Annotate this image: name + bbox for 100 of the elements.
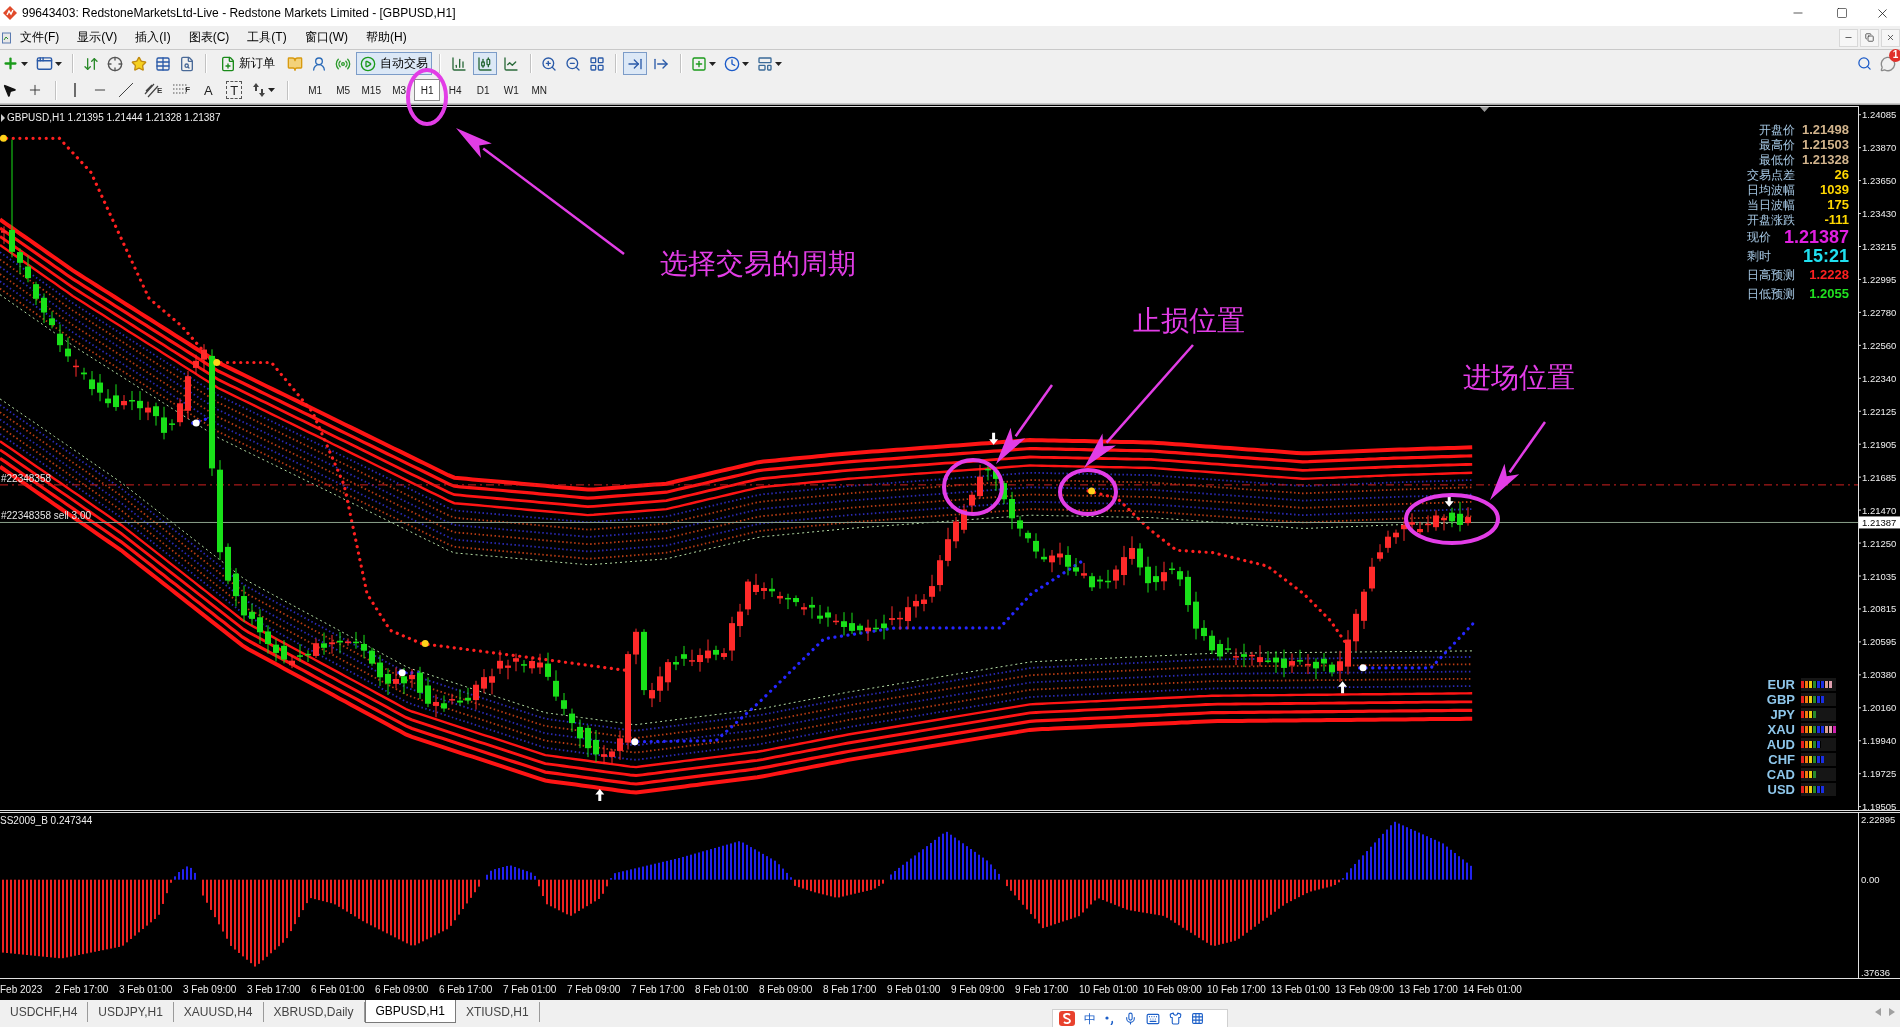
timeframe-button[interactable]: H4: [442, 79, 469, 101]
signal-dot-icon: [192, 419, 200, 427]
chart-tab[interactable]: USDCHF,H4: [0, 1002, 89, 1022]
caret-icon[interactable]: [268, 88, 276, 92]
chart-window-icon[interactable]: [2, 31, 11, 44]
arrows-icon[interactable]: [83, 55, 99, 72]
zoom-in-icon[interactable]: [541, 55, 557, 72]
grid-icon[interactable]: [589, 55, 605, 72]
text-tool-button[interactable]: A: [200, 81, 217, 99]
timeframe-button[interactable]: M3: [386, 79, 413, 101]
signal-dot-icon: [631, 738, 639, 746]
quote-value: 1.21387: [1783, 227, 1849, 246]
menu-item[interactable]: 插入(I): [126, 29, 180, 46]
chart-tab[interactable]: XBRUSD,Daily: [263, 1002, 365, 1022]
new-order-button[interactable]: 新订单: [216, 52, 279, 75]
label-tool-button[interactable]: T: [226, 81, 243, 99]
template-icon[interactable]: [757, 55, 773, 72]
trend-line-icon[interactable]: [118, 82, 134, 98]
quote-label: 日高预测: [1747, 268, 1795, 281]
indicator-tick-label: .37636: [1861, 966, 1891, 978]
signal-dot-icon: [0, 134, 7, 142]
quote-label: 现价: [1747, 230, 1771, 243]
tool-mark-label: F: [185, 85, 191, 94]
price-tick-label: 1.21035: [1862, 570, 1897, 582]
price-tick-label: 1.19505: [1862, 801, 1897, 810]
arrows-icon[interactable]: [252, 82, 267, 98]
auto-scroll-button[interactable]: [623, 52, 647, 75]
microphone-icon[interactable]: [1124, 1012, 1137, 1025]
crosshair-icon[interactable]: [107, 55, 123, 72]
price-tick-label: 1.23650: [1862, 175, 1897, 187]
clock-icon[interactable]: [724, 55, 740, 72]
time-tick-label: 8 Feb 01:00: [694, 984, 750, 995]
channel-icon[interactable]: [144, 82, 160, 98]
grid-icon[interactable]: [1191, 1012, 1204, 1025]
bar-chart-icon: [451, 55, 467, 72]
notification-badge: 1: [1889, 48, 1900, 62]
caret-icon[interactable]: [742, 61, 749, 66]
price-tick-label: 1.20380: [1862, 669, 1897, 681]
quote-value: 1.21503: [1802, 138, 1849, 151]
up-arrow-icon: [595, 789, 605, 802]
annotation-text: 选择交易的周期: [660, 250, 856, 278]
quote-value: 1.2055: [1809, 287, 1849, 300]
signal-dot-icon: [1088, 487, 1096, 495]
keyboard-icon[interactable]: [1146, 1011, 1160, 1026]
price-tick-label: 1.23215: [1862, 241, 1897, 252]
chart-tab[interactable]: USDJPY,H1: [88, 1002, 174, 1022]
close-icon[interactable]: [1886, 33, 1895, 42]
star-icon[interactable]: [131, 55, 147, 72]
menu-item[interactable]: 显示(V): [68, 29, 127, 46]
menu-item[interactable]: 帮助(H): [357, 29, 416, 46]
down-arrow-icon: [1444, 494, 1454, 507]
price-tick-label: 1.19725: [1862, 768, 1897, 780]
time-tick-label: 7 Feb 17:00: [630, 984, 686, 995]
menu-item[interactable]: 文件(F): [11, 29, 69, 46]
chart-tab[interactable]: GBPUSD,H1: [364, 1000, 456, 1023]
line-chart-icon: [503, 55, 519, 72]
zoom-out-icon[interactable]: [565, 55, 581, 72]
timeframe-button[interactable]: M15: [358, 79, 385, 101]
ime-mode-label[interactable]: 中: [1084, 1012, 1096, 1025]
time-tick-label: 10 Feb 17:00: [1206, 984, 1267, 995]
maximize-icon[interactable]: [1836, 7, 1848, 19]
time-tick-label: 10 Feb 01:00: [1078, 984, 1139, 995]
chart-tab[interactable]: XTIUSD,H1: [455, 1002, 540, 1022]
price-tick-label: 1.23430: [1862, 208, 1897, 220]
restore-icon[interactable]: [1865, 33, 1874, 42]
window-icon[interactable]: [36, 55, 53, 72]
quote-value: 15:21: [1802, 246, 1849, 265]
cursor-icon[interactable]: [2, 82, 17, 98]
menu-item[interactable]: 图表(C): [179, 29, 239, 46]
menu-item[interactable]: 工具(T): [238, 29, 296, 46]
user-icon[interactable]: [311, 55, 327, 72]
price-tick-label: 1.22560: [1862, 339, 1897, 351]
auto-trading-button[interactable]: 自动交易: [356, 52, 432, 75]
annotation-text: 进场位置: [1463, 364, 1575, 392]
price-tick-label: 1.20815: [1862, 603, 1897, 615]
shirt-icon[interactable]: [1169, 1012, 1182, 1025]
price-tick-label: 1.23870: [1862, 142, 1897, 154]
timeframe-button[interactable]: D1: [470, 79, 497, 101]
timeframe-button[interactable]: W1: [498, 79, 525, 101]
timeframe-button[interactable]: MN: [526, 79, 553, 101]
caret-icon[interactable]: [775, 61, 782, 66]
chart-type-button[interactable]: [473, 52, 497, 75]
menu-item[interactable]: 窗口(W): [295, 29, 357, 46]
ime-logo-icon[interactable]: [1059, 1011, 1075, 1026]
quote-value: 175: [1827, 198, 1849, 211]
fibonacci-icon[interactable]: [172, 83, 189, 97]
timeframe-button[interactable]: M5: [330, 79, 357, 101]
app-logo-icon: [3, 6, 17, 20]
price-tick-label: 1.22780: [1862, 306, 1897, 318]
caret-icon[interactable]: [55, 61, 62, 66]
chart-tab[interactable]: XAUUSD,H4: [173, 1002, 264, 1022]
table-icon[interactable]: [155, 55, 171, 72]
search-icon[interactable]: [1857, 56, 1872, 71]
time-tick-label: 8 Feb 17:00: [822, 984, 878, 995]
caret-icon[interactable]: [21, 61, 28, 66]
file-search-icon[interactable]: [179, 55, 195, 72]
quote-label: 交易点差: [1747, 168, 1795, 181]
caret-icon[interactable]: [709, 61, 716, 66]
timeframe-button[interactable]: M1: [302, 79, 329, 101]
timeframe-button[interactable]: H1: [414, 79, 441, 101]
